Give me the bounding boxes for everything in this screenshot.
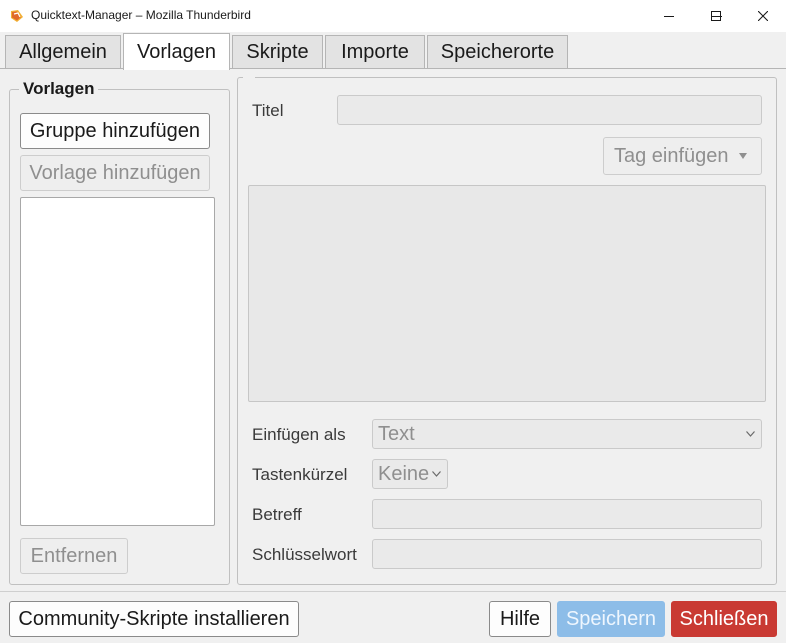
add-group-button[interactable]: Gruppe hinzufügen (20, 113, 210, 149)
remove-button[interactable]: Entfernen (20, 538, 128, 574)
footer-divider (0, 591, 786, 592)
tab-divider (0, 68, 786, 69)
save-button[interactable]: Speichern (557, 601, 665, 637)
insert-tag-button[interactable]: Tag einfügen (603, 137, 762, 175)
insert-tag-label: Tag einfügen (614, 144, 729, 167)
tab-skripte[interactable]: Skripte (232, 35, 323, 69)
tab-allgemein[interactable]: Allgemein (5, 35, 121, 69)
maximize-icon (711, 11, 721, 21)
title-input[interactable] (337, 95, 762, 125)
minimize-button[interactable] (646, 0, 692, 32)
add-template-button[interactable]: Vorlage hinzufügen (20, 155, 210, 191)
tab-bar: Allgemein Vorlagen Skripte Importe Speic… (0, 33, 786, 70)
close-button[interactable]: Schließen (671, 601, 777, 637)
quicktext-app-icon (11, 10, 23, 22)
shortcut-value: Keine (378, 462, 430, 485)
templates-list[interactable] (20, 197, 215, 526)
minimize-icon (664, 16, 674, 17)
maximize-button[interactable] (693, 0, 739, 32)
window-title: Quicktext-Manager – Mozilla Thunderbird (31, 8, 251, 22)
keyword-input[interactable] (372, 539, 762, 569)
tab-importe[interactable]: Importe (325, 35, 425, 69)
chevron-down-icon (432, 471, 441, 477)
keyword-label: Schlüsselwort (252, 545, 357, 564)
subject-input[interactable] (372, 499, 762, 529)
tab-vorlagen[interactable]: Vorlagen (123, 33, 230, 70)
insert-as-select[interactable]: Text (372, 419, 762, 449)
install-community-scripts-button[interactable]: Community-Skripte installieren (9, 601, 299, 637)
subject-label: Betreff (252, 505, 302, 524)
insert-as-label: Einfügen als (252, 425, 346, 444)
tab-speicherorte[interactable]: Speicherorte (427, 35, 568, 69)
close-window-button[interactable] (740, 0, 786, 32)
caret-down-icon (739, 153, 747, 159)
shortcut-select[interactable]: Keine (372, 459, 448, 489)
title-label: Titel (252, 101, 284, 120)
close-icon (758, 11, 768, 21)
shortcut-label: Tastenkürzel (252, 465, 348, 484)
template-body-textarea[interactable] (248, 185, 766, 402)
chevron-down-icon (746, 431, 755, 437)
help-button[interactable]: Hilfe (489, 601, 551, 637)
panel-notch (243, 73, 255, 81)
insert-as-value: Text (378, 422, 415, 445)
templates-legend: Vorlagen (19, 79, 99, 99)
